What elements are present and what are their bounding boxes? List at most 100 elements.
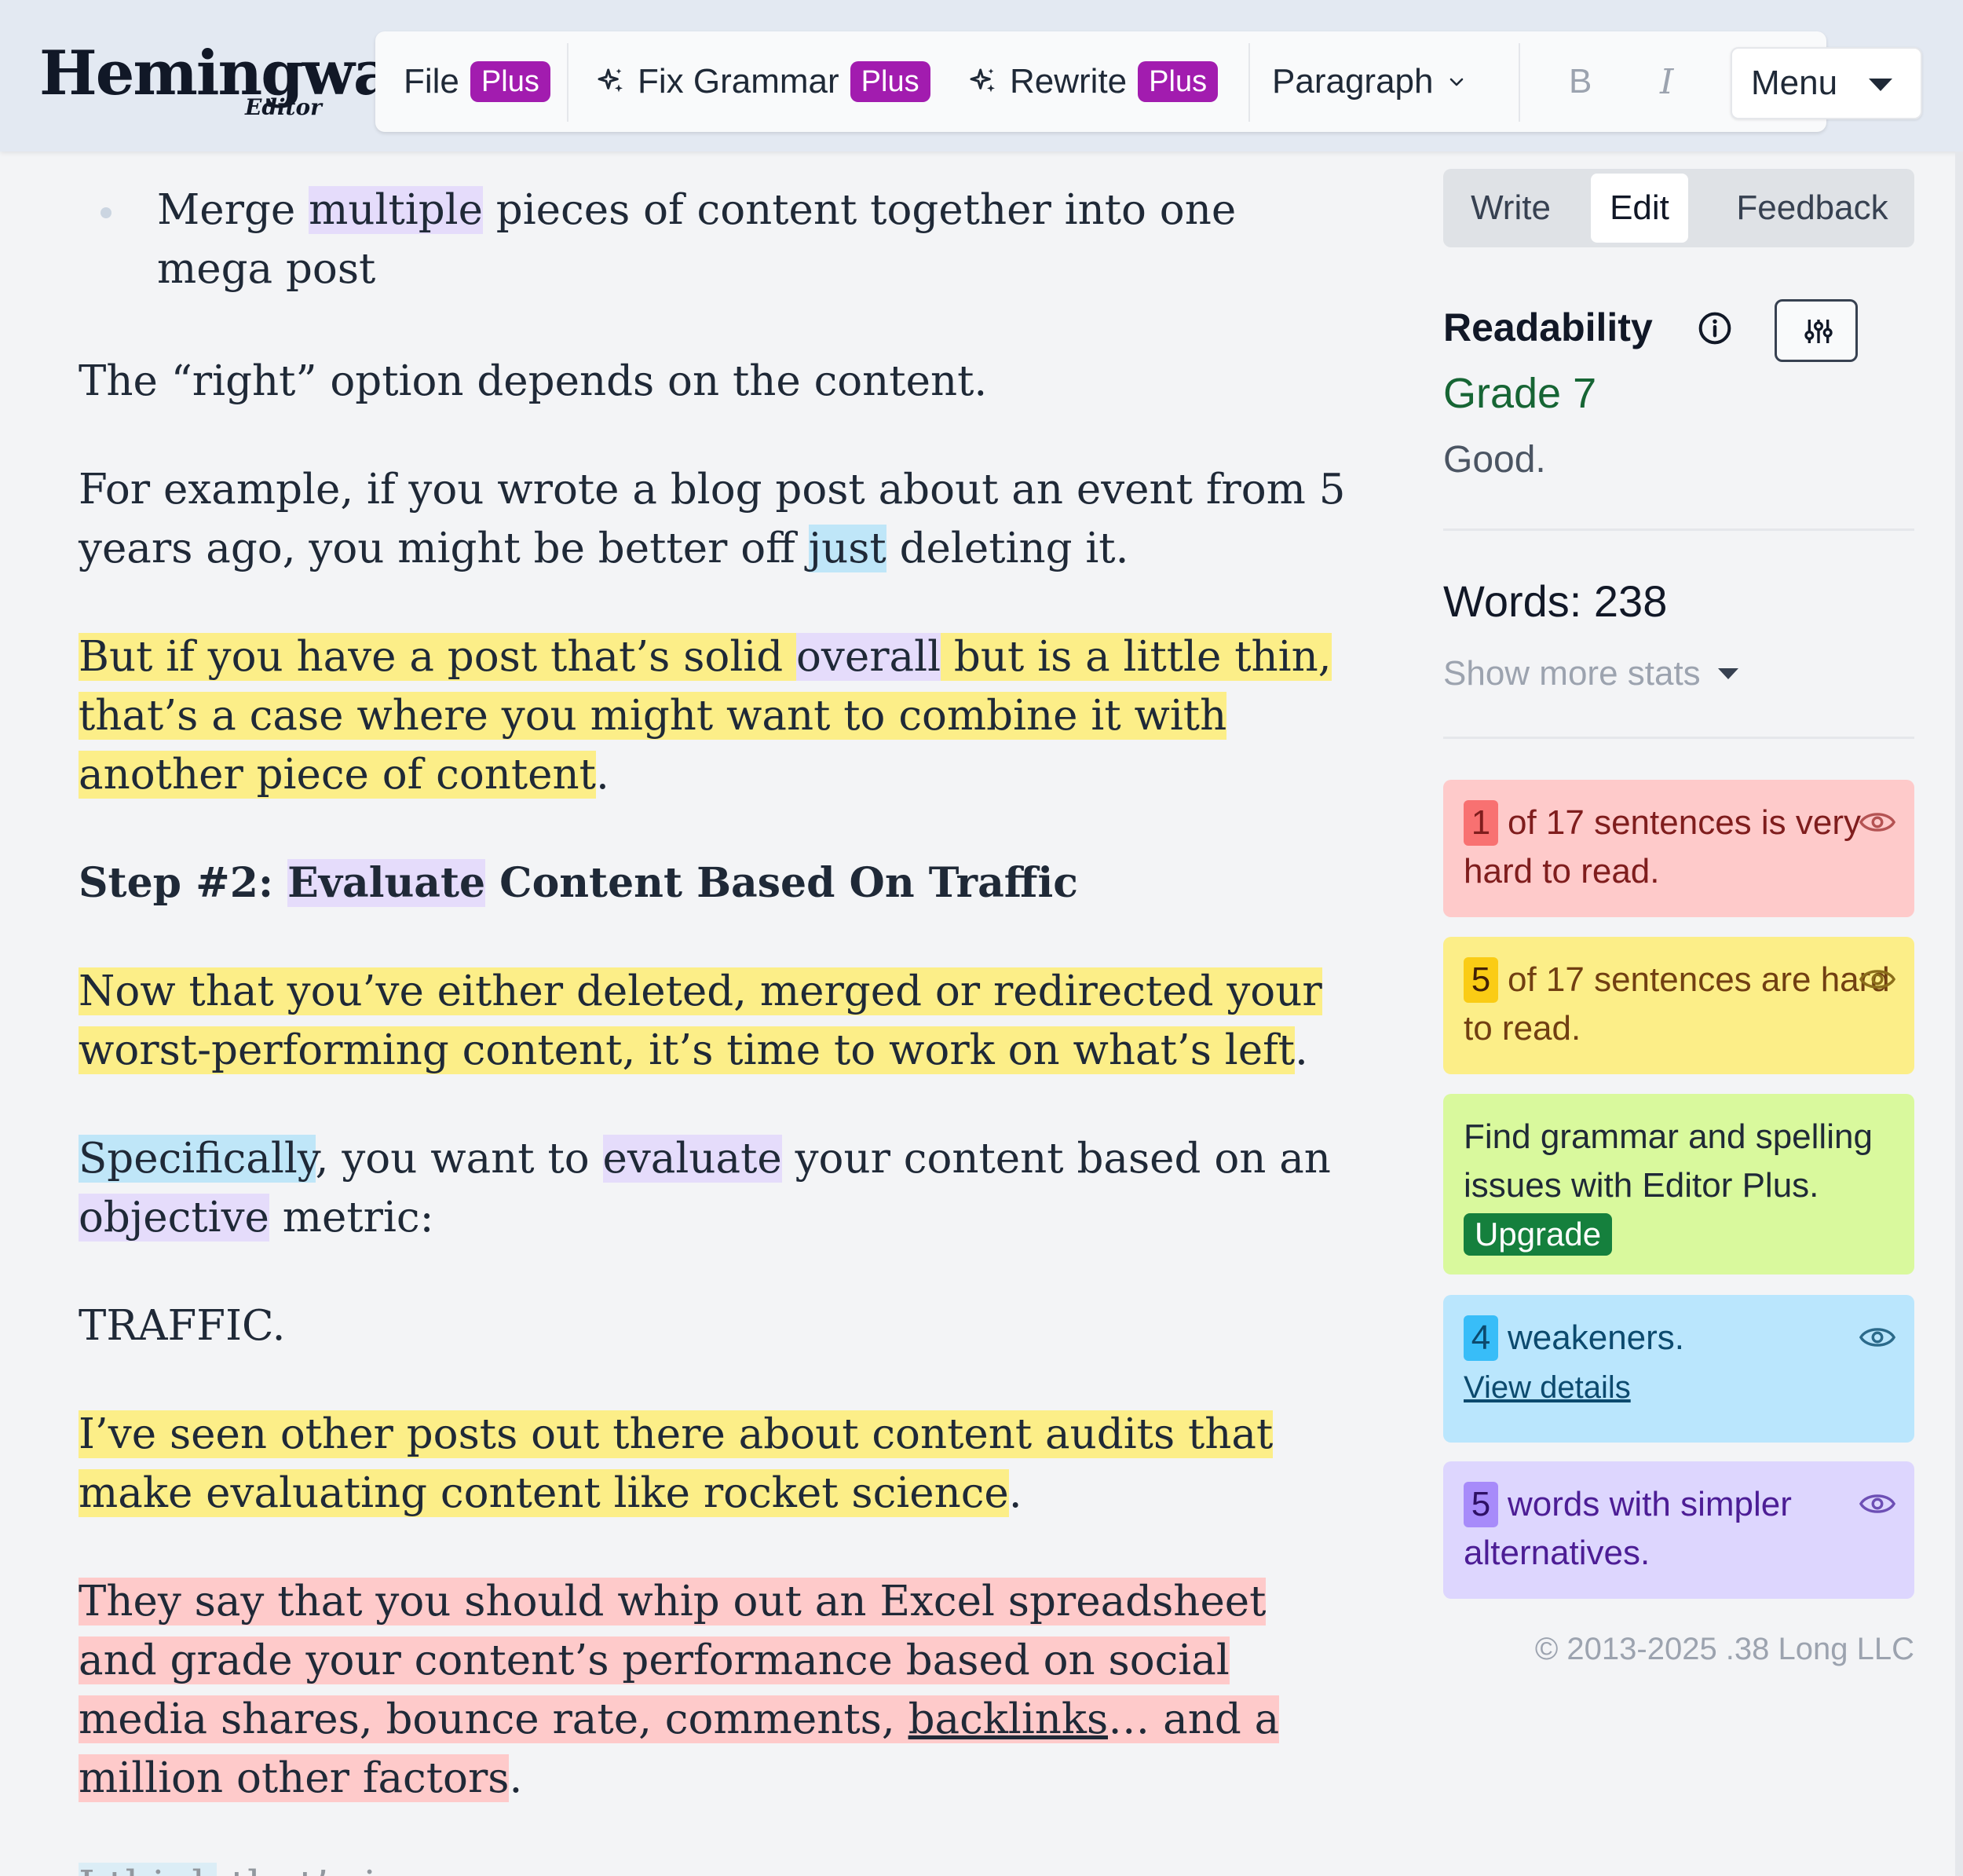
eye-icon[interactable] <box>1859 1491 1895 1516</box>
readability-settings-button[interactable] <box>1775 299 1858 362</box>
card-text: weakeners. <box>1508 1318 1685 1357</box>
card-text: of 17 sentences is very hard to read. <box>1464 803 1862 890</box>
toolbar-divider <box>1519 43 1520 122</box>
simpler-word-highlight[interactable]: objective <box>79 1194 269 1242</box>
caret-down-icon <box>1869 79 1892 91</box>
text-run: . <box>509 1754 523 1802</box>
text-run: Content Based On Traffic <box>485 859 1078 907</box>
text-run: Step #2: <box>79 859 288 907</box>
list-item: Merge multiple pieces of content togethe… <box>79 181 1351 298</box>
paragraph: For example, if you wrote a blog post ab… <box>79 460 1351 578</box>
paragraph: But if you have a post that’s solid over… <box>79 627 1351 804</box>
tab-write[interactable]: Write <box>1443 169 1578 247</box>
simpler-words-card[interactable]: 5 words with simpler alternatives. <box>1443 1461 1914 1599</box>
paragraph: Now that you’ve either deleted, merged o… <box>79 962 1351 1080</box>
weakener-highlight[interactable]: Specifically <box>79 1135 316 1183</box>
show-more-stats-label: Show more stats <box>1443 654 1701 693</box>
paragraph-label: Paragraph <box>1272 62 1434 101</box>
scrollbar-track[interactable] <box>1955 152 1963 1876</box>
text-run: Merge <box>157 186 309 234</box>
grade-level: Grade 7 <box>1443 370 1597 417</box>
fix-grammar-label: Fix Grammar <box>638 62 839 101</box>
divider <box>1443 528 1914 531</box>
text-run: , you want to <box>315 1135 603 1183</box>
simpler-word-highlight[interactable]: Evaluate <box>287 859 486 907</box>
editor-content[interactable]: Merge multiple pieces of content togethe… <box>79 181 1351 1876</box>
backlinks-link[interactable]: backlinks <box>908 1695 1109 1743</box>
italic-label: I <box>1660 61 1674 102</box>
paragraph: They say that you should whip out an Exc… <box>79 1572 1351 1808</box>
word-count: Words: 238 <box>1443 576 1668 626</box>
divider <box>1443 737 1914 739</box>
text-run: deleting it. <box>886 525 1129 572</box>
text-run: that’s insane. <box>217 1863 514 1876</box>
paragraph: The “right” option depends on the conten… <box>79 357 988 405</box>
plus-badge: Plus <box>470 61 550 102</box>
text-run: . <box>595 751 609 799</box>
show-more-stats-button[interactable]: Show more stats <box>1443 654 1738 693</box>
hard-sentence-highlight[interactable]: I’ve seen other posts out there about co… <box>79 1410 1274 1517</box>
paragraph: I think that’s insane. <box>79 1857 1351 1876</box>
rewrite-label: Rewrite <box>1010 62 1128 101</box>
copyright: © 2013-2025 .38 Long LLC <box>1534 1632 1914 1666</box>
file-button[interactable]: File Plus <box>404 31 550 132</box>
eye-icon[interactable] <box>1859 967 1895 992</box>
sliders-icon <box>1804 320 1833 343</box>
hard-sentence-highlight[interactable]: But if you have a post that’s solid <box>79 633 796 681</box>
plus-badge: Plus <box>1138 61 1219 102</box>
logo-main-text: Hemingway <box>39 38 427 109</box>
view-details-link[interactable]: View details <box>1464 1370 1631 1405</box>
weakener-highlight[interactable]: I think <box>79 1863 218 1876</box>
mode-tabs: Write Edit Feedback <box>1443 169 1914 247</box>
text-run: . <box>1008 1469 1022 1517</box>
hard-sentences-card[interactable]: 5 of 17 sentences are hard to read. <box>1443 937 1914 1074</box>
very-hard-sentences-card[interactable]: 1 of 17 sentences is very hard to read. <box>1443 780 1914 917</box>
weakeners-card[interactable]: 4 weakeners. View details <box>1443 1295 1914 1443</box>
tab-feedback[interactable]: Feedback <box>1710 169 1914 247</box>
toolbar: File Plus Fix Grammar Plus Rewrite Plus <box>375 31 1922 132</box>
logo-sub-text: Editor <box>245 94 322 120</box>
text-run: metric: <box>269 1194 434 1242</box>
text-run: For example, if you wrote a blog post ab… <box>79 466 1346 572</box>
app-header: Hemingway Editor File Plus Fix Grammar P… <box>0 0 1963 152</box>
plus-badge: Plus <box>850 61 930 102</box>
count-badge: 5 <box>1464 1482 1498 1527</box>
italic-button[interactable]: I <box>1660 31 1673 132</box>
card-text: of 17 sentences are hard to read. <box>1464 960 1890 1048</box>
count-badge: 4 <box>1464 1315 1498 1361</box>
toolbar-divider <box>1248 43 1250 122</box>
grade-description: Good. <box>1443 439 1546 481</box>
paragraph-dropdown[interactable]: Paragraph <box>1272 31 1466 132</box>
chevron-down-icon <box>1450 78 1464 86</box>
count-badge: 5 <box>1464 957 1498 1003</box>
simpler-word-highlight[interactable]: multiple <box>309 186 483 234</box>
upgrade-button[interactable]: Upgrade <box>1464 1213 1613 1256</box>
paragraph: Specifically, you want to evaluate your … <box>79 1129 1351 1247</box>
bold-button[interactable]: B <box>1569 31 1592 132</box>
text-run: your content based on an <box>781 1135 1331 1183</box>
fix-grammar-button[interactable]: Fix Grammar Plus <box>595 31 930 132</box>
hard-sentence-highlight[interactable]: Now that you’ve either deleted, merged o… <box>79 967 1322 1074</box>
info-icon[interactable] <box>1698 311 1732 346</box>
card-text: words with simpler alternatives. <box>1464 1485 1792 1572</box>
caret-down-icon <box>1717 668 1738 679</box>
toolbar-divider <box>567 43 568 122</box>
file-label: File <box>404 62 459 101</box>
eye-icon[interactable] <box>1859 1325 1895 1350</box>
bullet-dot <box>101 207 111 218</box>
eye-icon[interactable] <box>1859 810 1895 835</box>
simpler-word-highlight[interactable]: overall <box>796 633 941 681</box>
card-text: Find grammar and spelling issues with Ed… <box>1464 1117 1873 1205</box>
section-heading: Step #2: Evaluate Content Based On Traff… <box>79 854 1351 912</box>
rewrite-button[interactable]: Rewrite Plus <box>967 31 1219 132</box>
text-run: . <box>1295 1026 1308 1074</box>
menu-button[interactable]: Menu <box>1731 47 1922 119</box>
simpler-word-highlight[interactable]: evaluate <box>602 1135 782 1183</box>
sidebar: Write Edit Feedback Readability Grade 7 … <box>1443 152 1914 1876</box>
logo[interactable]: Hemingway Editor <box>39 38 427 124</box>
weakener-highlight[interactable]: just <box>808 525 886 572</box>
paragraph: TRAFFIC. <box>79 1302 286 1350</box>
tab-edit[interactable]: Edit <box>1591 174 1688 243</box>
bold-label: B <box>1569 62 1592 101</box>
menu-label: Menu <box>1751 64 1838 102</box>
